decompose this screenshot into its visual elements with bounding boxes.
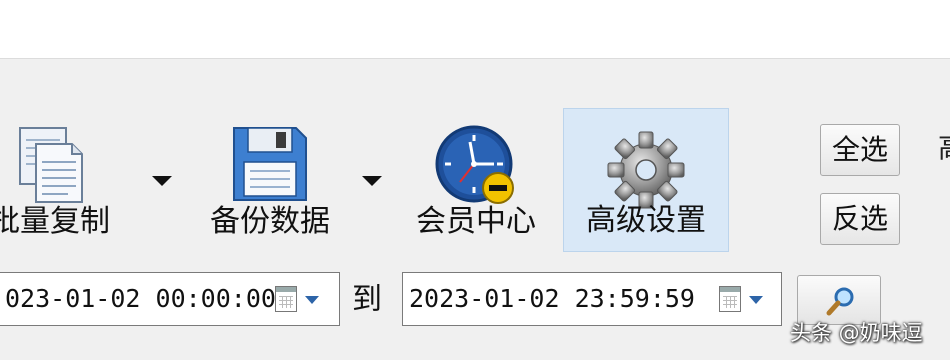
watermark: 头条 @奶味逗 — [790, 321, 923, 345]
batch-copy-label: 批量复制 — [0, 204, 110, 239]
clipped-edge-glyph: 高 — [938, 132, 950, 172]
batch-copy-button[interactable]: 批量复制 — [0, 108, 120, 250]
copy-documents-icon — [12, 124, 88, 206]
start-date-value: 023-01-02 00:00:00 — [5, 284, 276, 313]
floppy-disk-icon — [230, 124, 310, 204]
end-date-value: 2023-01-02 23:59:59 — [409, 284, 695, 313]
backup-data-button[interactable]: 备份数据 — [200, 108, 340, 250]
member-center-label: 会员中心 — [416, 204, 536, 239]
gear-icon — [605, 129, 687, 211]
clock-icon — [434, 124, 518, 208]
advanced-settings-button[interactable]: 高级设置 — [563, 108, 729, 252]
chevron-down-icon[interactable] — [749, 296, 763, 304]
invert-selection-button[interactable]: 反选 — [820, 193, 900, 245]
date-range-separator: 到 — [352, 282, 382, 317]
window-top-area — [0, 0, 950, 59]
calendar-icon[interactable] — [275, 286, 297, 312]
end-date-field[interactable]: 2023-01-02 23:59:59 — [402, 272, 782, 326]
start-date-field[interactable]: 023-01-02 00:00:00 — [0, 272, 340, 326]
chevron-down-icon[interactable] — [305, 296, 319, 304]
member-center-button[interactable]: 会员中心 — [406, 108, 546, 250]
select-all-button[interactable]: 全选 — [820, 124, 900, 176]
backup-data-dropdown-arrow[interactable] — [362, 176, 382, 186]
batch-copy-dropdown-arrow[interactable] — [152, 176, 172, 186]
magnifier-icon — [826, 287, 854, 316]
backup-data-label: 备份数据 — [210, 204, 330, 239]
calendar-icon[interactable] — [719, 286, 741, 312]
advanced-settings-label: 高级设置 — [586, 203, 706, 238]
